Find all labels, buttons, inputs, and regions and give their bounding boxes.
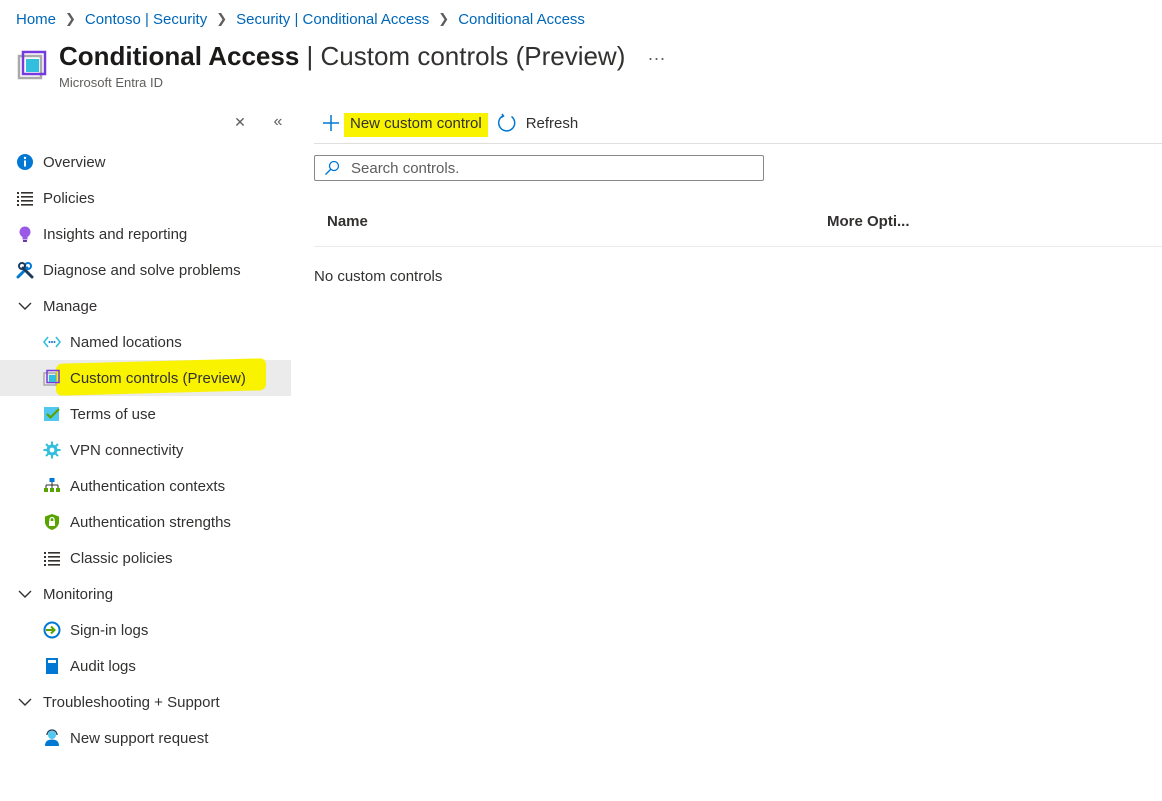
- gear-icon: [43, 441, 61, 459]
- sidebar-item-label: Insights and reporting: [43, 225, 188, 243]
- column-header-name[interactable]: Name: [327, 213, 368, 230]
- new-custom-control-button[interactable]: New custom control: [314, 112, 488, 137]
- sign-in-icon: [43, 621, 61, 639]
- sidebar-item-label: Terms of use: [70, 405, 156, 423]
- breadcrumb-home[interactable]: Home: [16, 11, 56, 28]
- sidebar-item-terms-of-use[interactable]: Terms of use: [0, 396, 291, 432]
- search-input[interactable]: [351, 159, 731, 177]
- refresh-icon: [496, 112, 518, 134]
- list-icon: [43, 549, 61, 567]
- sidebar-item-label: Audit logs: [70, 657, 136, 675]
- sidebar-item-custom-controls-preview[interactable]: Custom controls (Preview): [0, 358, 291, 396]
- page-subtitle: Microsoft Entra ID: [59, 75, 164, 90]
- checklist-icon: [43, 405, 61, 423]
- list-icon: [16, 189, 34, 207]
- breadcrumb-security-conditional-access[interactable]: Security | Conditional Access: [236, 11, 429, 28]
- chevron-right-icon: ❯: [216, 11, 228, 26]
- chevron-down-icon: [16, 297, 34, 315]
- search-box[interactable]: [314, 155, 764, 181]
- page-title-sub: | Custom controls (Preview): [299, 41, 626, 71]
- chevron-right-icon: ❯: [65, 11, 76, 26]
- support-person-icon: [43, 729, 61, 747]
- sidebar-item-named-locations[interactable]: Named locations: [0, 324, 291, 360]
- sidebar-item-insights-and-reporting[interactable]: Insights and reporting: [0, 216, 291, 252]
- refresh-label: Refresh: [525, 114, 579, 132]
- close-icon[interactable]: ✕: [231, 112, 249, 132]
- sidebar-nav: Overview Policies Insights and reporting…: [0, 144, 291, 756]
- breadcrumb-contoso-security[interactable]: Contoso | Security: [85, 11, 207, 28]
- chevron-down-icon: [16, 693, 34, 711]
- more-options-button[interactable]: ...: [648, 44, 666, 65]
- sidebar-item-label: Authentication contexts: [70, 477, 226, 495]
- custom-controls-icon: [43, 369, 61, 387]
- command-bar: New custom control Refresh: [314, 110, 579, 137]
- new-custom-control-label: New custom control: [350, 114, 482, 132]
- empty-state-message: No custom controls: [314, 268, 443, 285]
- sidebar-item-label: Sign-in logs: [70, 621, 149, 639]
- sidebar-group-troubleshooting-support[interactable]: Troubleshooting + Support: [0, 684, 291, 720]
- named-locations-icon: [43, 333, 61, 351]
- sidebar-group-manage[interactable]: Manage: [0, 288, 291, 324]
- sidebar-item-label: Classic policies: [70, 549, 173, 567]
- lightbulb-icon: [16, 225, 34, 243]
- sidebar-group-label: Manage: [43, 297, 98, 315]
- info-icon: [16, 153, 34, 171]
- breadcrumb: Home ❯ Contoso | Security ❯ Security | C…: [16, 9, 585, 29]
- hierarchy-icon: [43, 477, 61, 495]
- sidebar-item-label: Policies: [43, 189, 95, 207]
- sidebar-item-label: New support request: [70, 729, 209, 747]
- sidebar-item-diagnose-and-solve-problems[interactable]: Diagnose and solve problems: [0, 252, 291, 288]
- sidebar-item-authentication-strengths[interactable]: Authentication strengths: [0, 504, 291, 540]
- sidebar-item-vpn-connectivity[interactable]: VPN connectivity: [0, 432, 291, 468]
- sidebar-group-label: Troubleshooting + Support: [43, 693, 220, 711]
- breadcrumb-conditional-access[interactable]: Conditional Access: [458, 11, 585, 28]
- sidebar-item-sign-in-logs[interactable]: Sign-in logs: [0, 612, 291, 648]
- sidebar-item-label: Custom controls (Preview): [70, 369, 246, 387]
- sidebar-item-label: Named locations: [70, 333, 182, 351]
- chevron-down-icon: [16, 585, 34, 603]
- toolbar-divider: [314, 143, 1162, 144]
- sidebar-item-label: Overview: [43, 153, 106, 171]
- wrench-icon: [16, 261, 34, 279]
- sidebar-item-audit-logs[interactable]: Audit logs: [0, 648, 291, 684]
- book-icon: [43, 657, 61, 675]
- table-header-divider: [314, 246, 1162, 247]
- collapse-double-chevron-icon[interactable]: «: [269, 112, 287, 132]
- sidebar-item-classic-policies[interactable]: Classic policies: [0, 540, 291, 576]
- sidebar-item-label: Authentication strengths: [70, 513, 231, 531]
- shield-lock-icon: [43, 513, 61, 531]
- refresh-button[interactable]: Refresh: [496, 112, 579, 134]
- page-title-main: Conditional Access: [59, 41, 300, 71]
- sidebar-item-overview[interactable]: Overview: [0, 144, 291, 180]
- sidebar-item-authentication-contexts[interactable]: Authentication contexts: [0, 468, 291, 504]
- sidebar-group-label: Monitoring: [43, 585, 114, 603]
- sidebar-item-policies[interactable]: Policies: [0, 180, 291, 216]
- custom-controls-blade-icon: [17, 50, 47, 80]
- sidebar-group-monitoring[interactable]: Monitoring: [0, 576, 291, 612]
- sidebar-item-label: Diagnose and solve problems: [43, 261, 241, 279]
- plus-icon: [320, 112, 342, 134]
- sidebar-item-label: VPN connectivity: [70, 441, 184, 459]
- search-icon: [323, 159, 341, 177]
- column-header-more-options[interactable]: More Opti...: [827, 213, 910, 230]
- chevron-right-icon: ❯: [438, 11, 450, 26]
- sidebar-item-new-support-request[interactable]: New support request: [0, 720, 291, 756]
- page-title: Conditional Access | Custom controls (Pr…: [59, 38, 625, 74]
